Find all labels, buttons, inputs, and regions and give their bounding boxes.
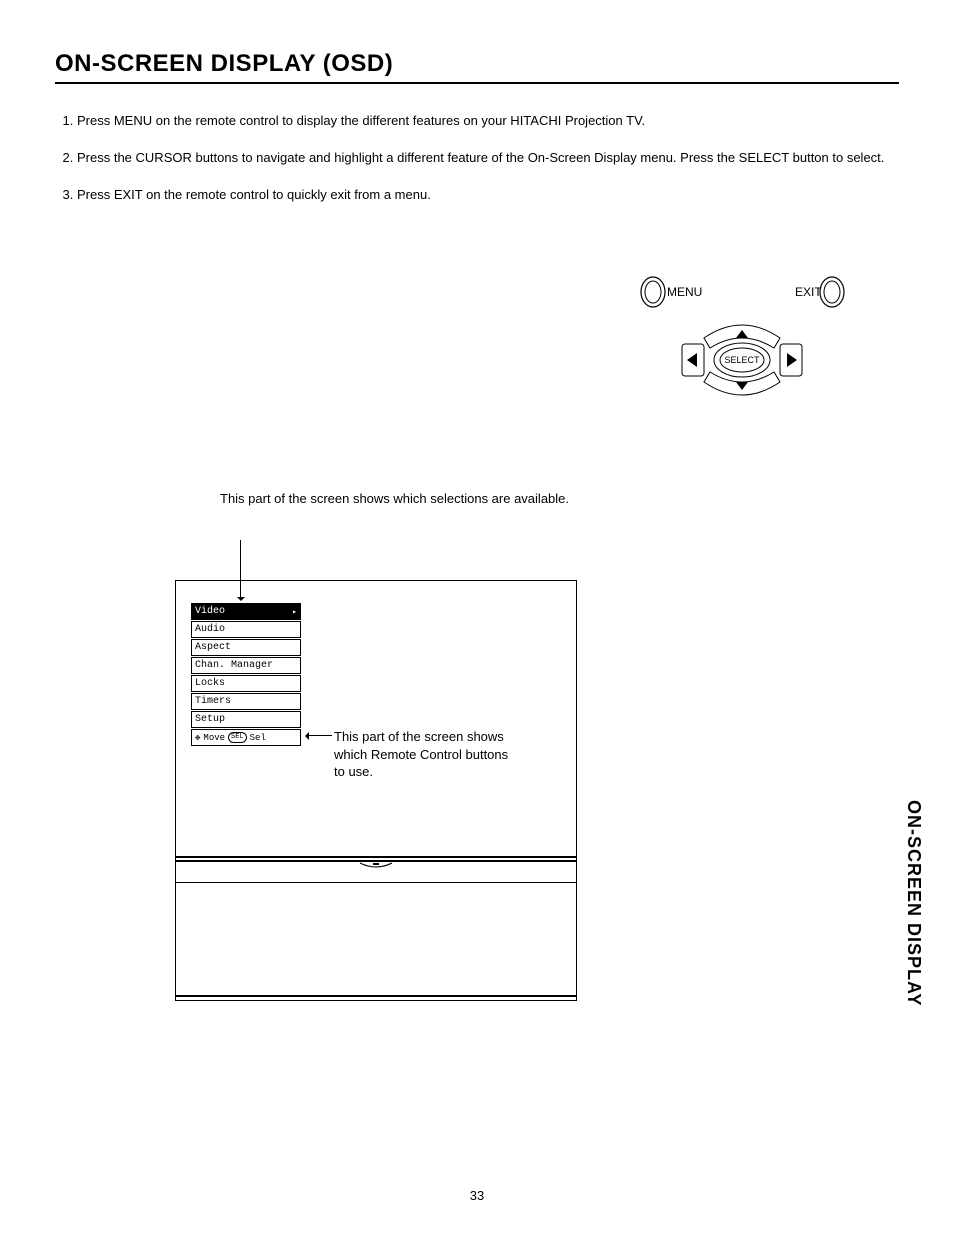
exit-label: EXIT xyxy=(795,285,822,299)
menu-item-locks: Locks xyxy=(191,675,301,692)
arrow-left-to-hint xyxy=(306,735,332,736)
menu-label: MENU xyxy=(667,285,702,299)
sel-pill: SEL xyxy=(228,732,247,743)
top-caption: This part of the screen shows which sele… xyxy=(220,490,585,508)
section-tab: ON-SCREEN DISPLAY xyxy=(903,800,924,1006)
dpad: SELECT xyxy=(682,325,802,395)
step-2: Press the CURSOR buttons to navigate and… xyxy=(77,149,899,168)
side-caption: This part of the screen shows which Remo… xyxy=(334,728,509,781)
tv-illustration: Video▸ Audio Aspect Chan. Manager Locks … xyxy=(175,580,577,1001)
step-3: Press EXIT on the remote control to quic… xyxy=(77,186,899,205)
menu-item-setup: Setup xyxy=(191,711,301,728)
instruction-list: Press MENU on the remote control to disp… xyxy=(55,112,899,205)
page-title: ON-SCREEN DISPLAY (OSD) xyxy=(55,50,899,78)
menu-item-video: Video▸ xyxy=(191,603,301,620)
remote-control-diagram: MENU EXIT SELECT xyxy=(632,270,852,425)
exit-button-inner xyxy=(824,281,840,303)
menu-hint-bar: ✥ Move SEL Sel xyxy=(191,729,301,746)
menu-item-chan-manager: Chan. Manager xyxy=(191,657,301,674)
dpad-glyph-icon: ✥ xyxy=(195,733,200,743)
menu-item-audio: Audio xyxy=(191,621,301,638)
menu-item-timers: Timers xyxy=(191,693,301,710)
page-number: 33 xyxy=(0,1188,954,1203)
menu-button-inner xyxy=(645,281,661,303)
title-rule xyxy=(55,82,899,84)
osd-menu: Video▸ Audio Aspect Chan. Manager Locks … xyxy=(191,603,301,746)
menu-item-aspect: Aspect xyxy=(191,639,301,656)
tv-screen: Video▸ Audio Aspect Chan. Manager Locks … xyxy=(176,581,576,856)
tv-speaker-bar xyxy=(176,861,576,883)
step-1: Press MENU on the remote control to disp… xyxy=(77,112,899,131)
triangle-right-icon: ▸ xyxy=(292,607,297,617)
select-label: SELECT xyxy=(724,355,760,365)
